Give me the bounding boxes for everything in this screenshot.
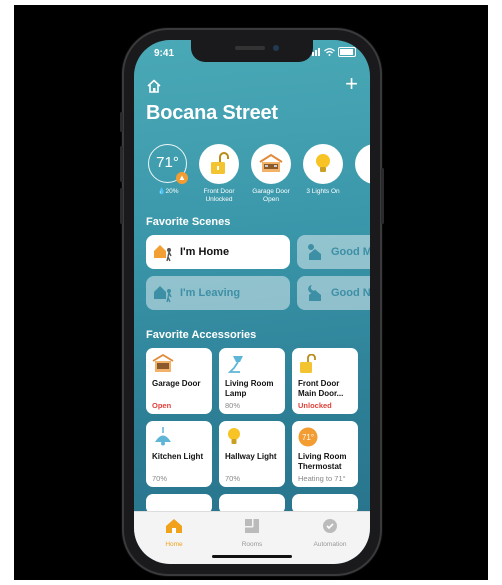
speaker	[235, 46, 265, 50]
automation-icon	[323, 519, 337, 533]
camera	[273, 45, 279, 51]
lights-label: 3 Lights On	[306, 188, 340, 195]
garage-icon	[259, 153, 283, 172]
tile-hallway-light[interactable]: Hallway Light 70%	[219, 421, 285, 487]
scene-label: I'm Leaving	[180, 287, 241, 299]
status-icons	[309, 47, 356, 57]
tile-status: 70%	[152, 474, 168, 483]
scene-im-home[interactable]: I'm Home	[146, 235, 290, 269]
tile-kitchen-light[interactable]: Kitchen Light 70%	[146, 421, 212, 487]
garage-status[interactable]	[251, 144, 291, 184]
tile-name: Garage Door	[152, 379, 201, 388]
tile-status: 80%	[225, 401, 241, 410]
status-row: 71° ▲ 💧20% Front Door Unlocked Garage Do…	[144, 144, 370, 204]
garage-icon	[152, 354, 174, 372]
tile-thermostat[interactable]: 71° Living Room Thermostat Heating to 71…	[292, 421, 358, 487]
scenes-heading: Favorite Scenes	[146, 216, 231, 228]
home-icon[interactable]	[146, 78, 162, 94]
tile-front-door[interactable]: Front Door Main Door... Unlocked	[292, 348, 358, 414]
lights-status[interactable]	[303, 144, 343, 184]
volume-up-button	[120, 146, 123, 182]
svg-text:71°: 71°	[302, 433, 314, 442]
scene-label: Good N	[331, 287, 370, 299]
temperature-status[interactable]: 71° ▲	[148, 144, 188, 184]
humidity-drop-icon: 💧	[157, 188, 166, 195]
tile-name: Living Room Lamp	[225, 379, 274, 398]
leave-home-icon	[154, 286, 172, 303]
kitchen-label: Kitc	[349, 188, 371, 196]
tile-name: Hallway Light	[225, 452, 277, 461]
home-indicator[interactable]	[212, 555, 292, 558]
temperature-value: 71°	[156, 154, 179, 171]
tab-rooms[interactable]: Rooms	[222, 518, 282, 548]
tile-name: Living Room Thermostat	[298, 452, 347, 471]
tile-status: Heating to 71°	[298, 474, 346, 483]
battery-icon	[338, 47, 356, 57]
tab-bar: Home Rooms Automation	[134, 511, 370, 564]
lamp-icon	[227, 356, 243, 373]
tab-label: Automation	[313, 541, 347, 548]
garage-label: Garage Door Open	[252, 188, 290, 203]
humidity-label: 💧20%	[157, 188, 179, 195]
status-time: 9:41	[154, 48, 175, 59]
screen: 9:41 + Bocana Street 71° ▲ 💧20% Front Do…	[134, 40, 370, 564]
tile-status: 70%	[225, 474, 241, 483]
scene-good-night[interactable]: Good N	[297, 276, 370, 310]
rooms-icon	[245, 519, 259, 533]
scene-label: Good M	[331, 246, 370, 258]
scene-label: I'm Home	[180, 246, 230, 258]
tile-name: Front Door Main Door...	[298, 379, 344, 398]
front-door-status[interactable]	[199, 144, 239, 184]
mute-switch	[120, 112, 123, 132]
add-button[interactable]: +	[345, 73, 358, 95]
notch	[191, 40, 313, 62]
home-icon	[166, 519, 182, 533]
tile-status: Unlocked	[298, 401, 332, 410]
scene-good-morning[interactable]: Good M	[297, 235, 370, 269]
tab-home[interactable]: Home	[144, 518, 204, 548]
arrive-home-icon	[154, 245, 172, 262]
wifi-icon	[324, 48, 335, 56]
tile-living-room-lamp[interactable]: Living Room Lamp 80%	[219, 348, 285, 414]
scene-im-leaving[interactable]: I'm Leaving	[146, 276, 290, 310]
tile-name: Kitchen Light	[152, 452, 204, 461]
bulb-icon	[228, 428, 240, 444]
bulb-icon	[316, 154, 330, 172]
accessories-heading: Favorite Accessories	[146, 329, 257, 341]
tab-automation[interactable]: Automation	[300, 518, 360, 548]
phone-frame: 9:41 + Bocana Street 71° ▲ 💧20% Front Do…	[120, 28, 384, 576]
lock-open-icon	[211, 152, 229, 174]
volume-down-button	[120, 188, 123, 224]
side-button	[381, 168, 384, 224]
thermostat-icon: 71°	[298, 427, 318, 447]
moon-home-icon	[308, 285, 321, 301]
tile-garage-door[interactable]: Garage Door Open	[146, 348, 212, 414]
pendant-light-icon	[155, 427, 171, 446]
tile-status: Open	[152, 401, 172, 410]
heating-icon: ▲	[176, 172, 188, 184]
kitchen-status[interactable]	[355, 144, 370, 184]
sunrise-home-icon	[308, 244, 321, 260]
home-title[interactable]: Bocana Street	[146, 102, 278, 125]
tab-label: Home	[165, 541, 183, 548]
tab-label: Rooms	[241, 541, 263, 548]
lock-open-icon	[300, 354, 316, 373]
front-door-label: Front Door Unlocked	[203, 188, 235, 203]
